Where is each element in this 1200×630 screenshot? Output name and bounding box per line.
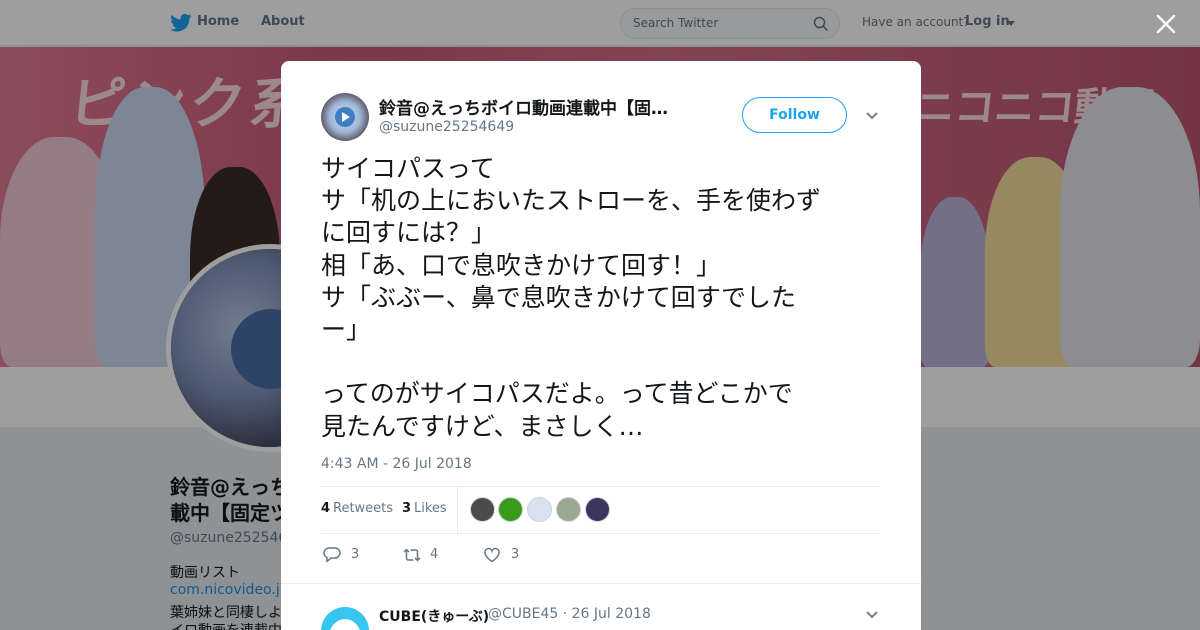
tweet-timestamp[interactable]: 4:43 AM - 26 Jul 2018 [321,456,472,472]
tweet-text-line: ー」 [321,314,372,344]
chevron-down-icon[interactable] [865,610,879,620]
tweet-text-line: 相「あ、口で息吹きかけて回す！」 [321,250,722,280]
follow-button[interactable]: Follow [742,97,847,133]
retweet-action[interactable]: 4 [402,545,442,565]
tweet-text-line: 見たんですけど、まさしく… [321,411,644,441]
heart-icon [484,547,500,563]
tweet-text-line: サイコパスって [321,154,495,183]
liker-avatar[interactable] [585,497,610,522]
play-icon [335,107,355,127]
reply-icon [323,547,341,563]
tweet-text-line [321,346,886,378]
author-avatar[interactable] [321,93,369,141]
reply-author-avatar[interactable] [321,607,369,630]
stats-separator [457,487,458,533]
tweet-text-line: ってのがサイコパスだよ。って昔どこかで [321,379,793,409]
reply-author-handle[interactable]: @CUBE45 · 26 Jul 2018 [488,606,651,622]
divider [281,583,921,584]
liker-avatar[interactable] [498,497,523,522]
retweets-count[interactable]: 4 [321,501,330,516]
tweet-text-line: サ「机の上においたストローを、手を使わず [321,186,822,216]
like-count: 3 [511,547,520,562]
author-handle[interactable]: @suzune25254649 [379,119,514,135]
retweet-count: 4 [430,547,439,562]
divider [321,486,881,487]
likes-label[interactable]: Likes [414,501,447,516]
tweet-text: サイコパスって サ「机の上においたストローを、手を使わず に回すには？」 相「あ… [321,153,886,443]
like-action[interactable]: 3 [483,545,523,565]
liker-avatar[interactable] [556,497,581,522]
tweet-text-line: サ「ぶぶー、鼻で息吹きかけて回すでした [321,282,797,312]
close-icon[interactable] [1154,12,1178,36]
reply-count: 3 [351,547,360,562]
likes-count[interactable]: 3 [402,501,411,516]
author-name[interactable]: 鈴音@えっちボイロ動画連載中【固… [379,94,691,119]
retweet-icon [403,548,421,562]
liker-avatar[interactable] [470,497,495,522]
liker-avatar[interactable] [527,497,552,522]
tweet-modal: 鈴音@えっちボイロ動画連載中【固… @suzune25254649 Follow… [281,61,921,630]
reply-action[interactable]: 3 [323,545,363,565]
tweet-text-line: に回すには？」 [321,218,497,248]
divider [321,533,881,534]
reply-author-name[interactable]: CUBE(きゅーぶ) [379,606,489,626]
retweets-label[interactable]: Retweets [333,501,393,516]
chevron-down-icon[interactable] [865,111,879,121]
